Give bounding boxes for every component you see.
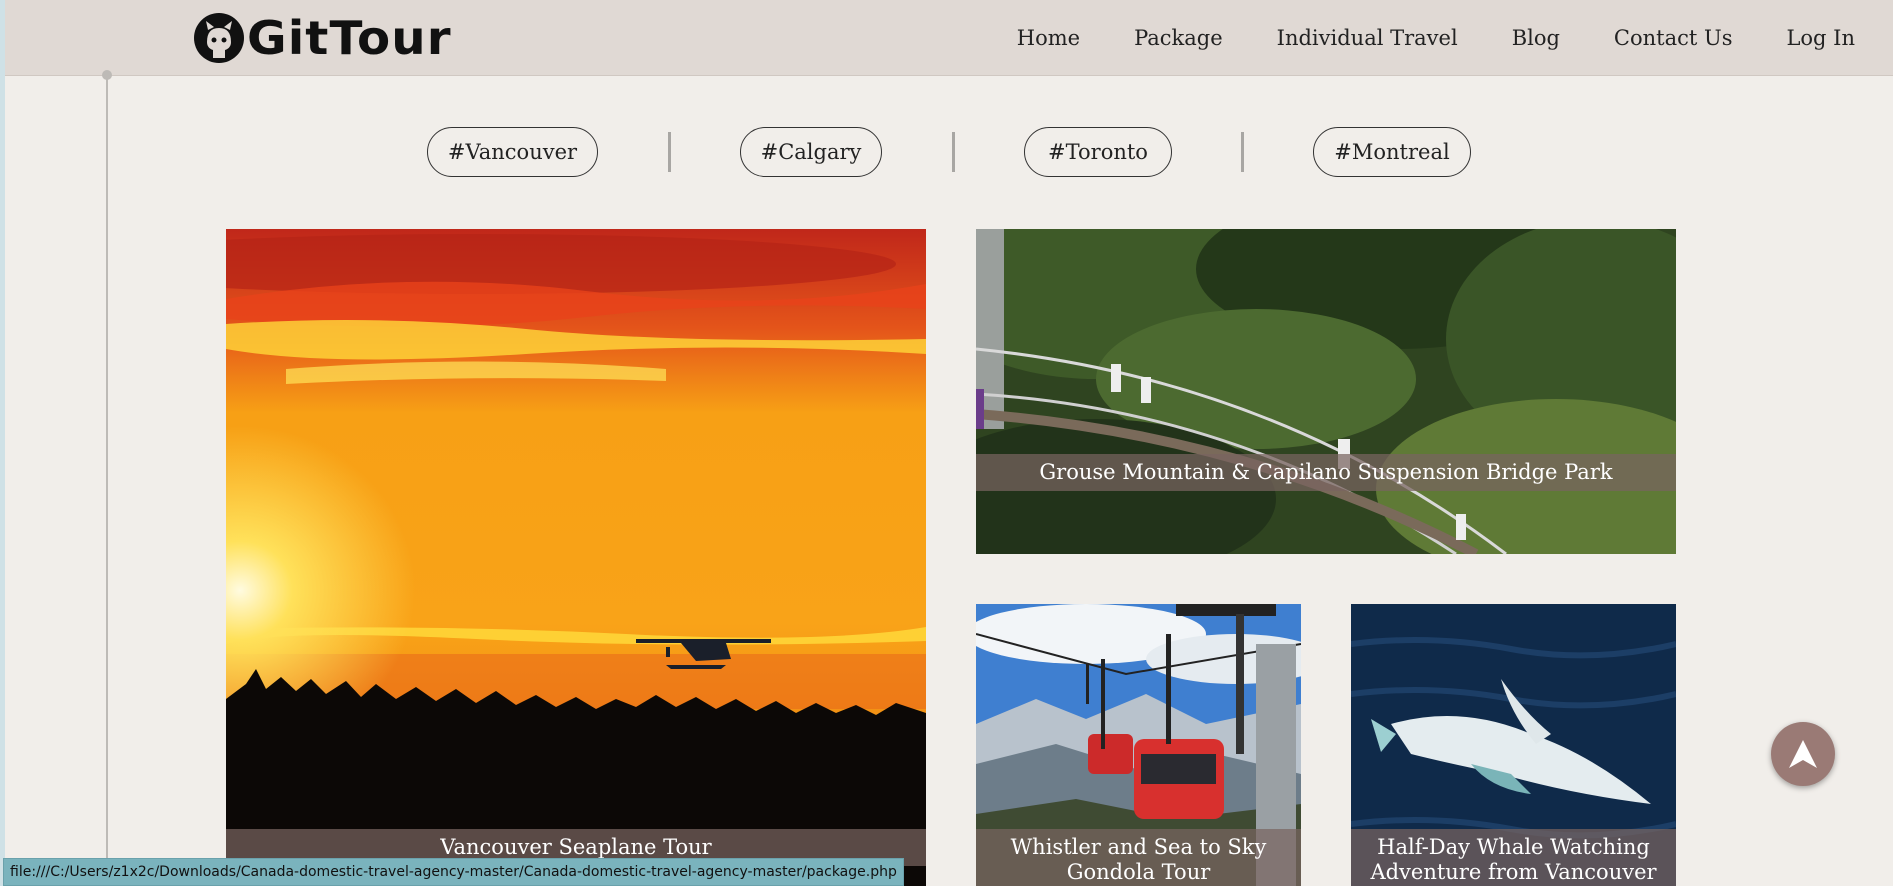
tag-montreal[interactable]: #Montreal — [1313, 127, 1471, 177]
nav-home[interactable]: Home — [1017, 26, 1080, 50]
tour-card-seaplane[interactable]: Vancouver Seaplane Tour — [226, 229, 926, 886]
nav-blog[interactable]: Blog — [1512, 26, 1560, 50]
tag-separator — [1241, 132, 1244, 172]
suspension-bridge-image — [976, 229, 1676, 554]
main-nav: Home Package Individual Travel Blog Cont… — [1017, 0, 1893, 75]
nav-package[interactable]: Package — [1134, 26, 1223, 50]
logo[interactable]: GitTour — [193, 10, 451, 66]
tour-card-whistler[interactable]: Whistler and Sea to Sky Gondola Tour — [976, 604, 1301, 886]
site-header: GitTour Home Package Individual Travel B… — [5, 0, 1893, 76]
seaplane-sunset-image — [226, 229, 926, 886]
nav-contact-us[interactable]: Contact Us — [1614, 26, 1733, 50]
tour-card-title: Whistler and Sea to Sky Gondola Tour — [976, 829, 1301, 886]
tag-separator — [668, 132, 671, 172]
tag-separator — [952, 132, 955, 172]
tour-card-title: Grouse Mountain & Capilano Suspension Br… — [976, 454, 1676, 491]
tour-card-capilano[interactable]: Grouse Mountain & Capilano Suspension Br… — [976, 229, 1676, 554]
timeline-line — [106, 75, 108, 886]
tour-card-title: Half-Day Whale Watching Adventure from V… — [1351, 829, 1676, 886]
arrow-up-icon — [1789, 740, 1817, 768]
brand-name: GitTour — [247, 11, 452, 65]
nav-individual-travel[interactable]: Individual Travel — [1277, 26, 1458, 50]
tag-toronto[interactable]: #Toronto — [1024, 127, 1172, 177]
scroll-to-top-button[interactable] — [1771, 722, 1835, 786]
github-cat-icon — [194, 13, 244, 63]
status-bar-url: file:///C:/Users/z1x2c/Downloads/Canada-… — [3, 858, 904, 886]
page: GitTour Home Package Individual Travel B… — [5, 0, 1893, 886]
tag-vancouver[interactable]: #Vancouver — [427, 127, 598, 177]
tour-card-whale[interactable]: Half-Day Whale Watching Adventure from V… — [1351, 604, 1676, 886]
tag-calgary[interactable]: #Calgary — [740, 127, 882, 177]
nav-log-in[interactable]: Log In — [1786, 26, 1855, 50]
city-tags: #Vancouver #Calgary #Toronto #Montreal — [5, 127, 1893, 179]
